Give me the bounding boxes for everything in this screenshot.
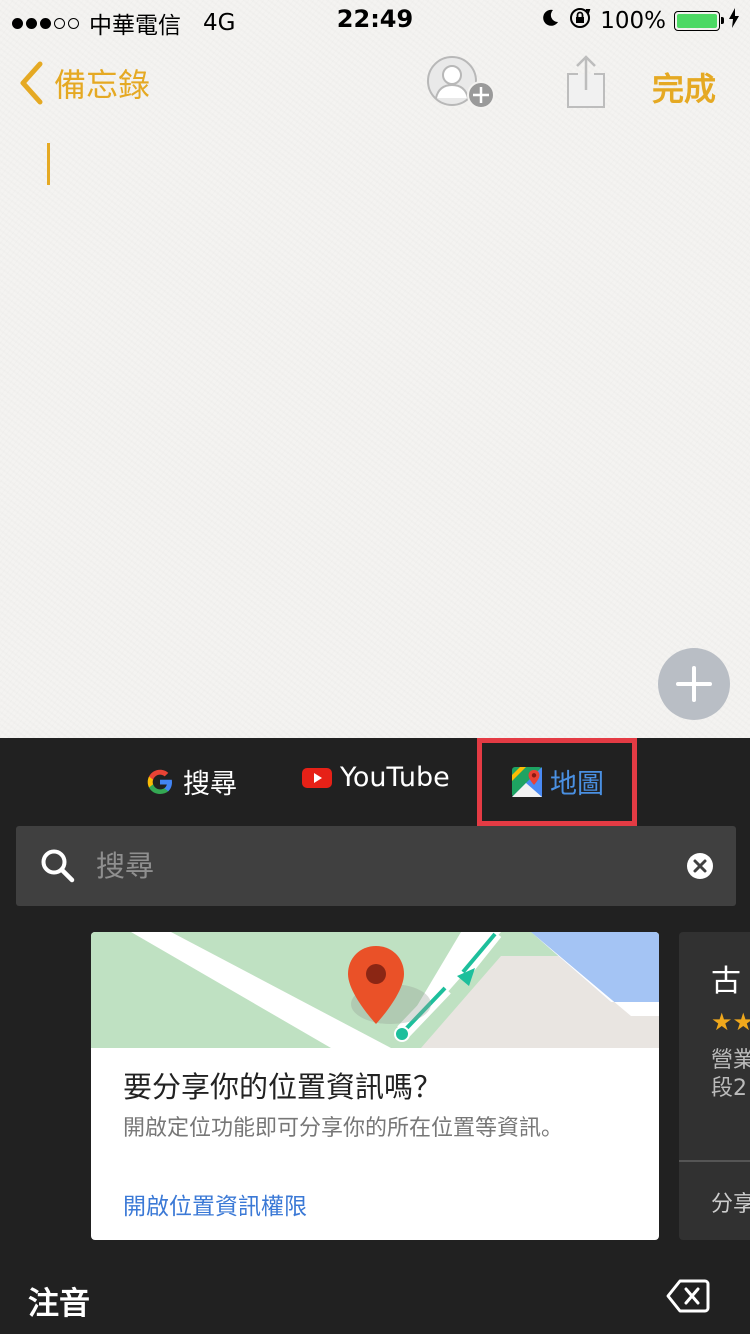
- back-label: 備忘錄: [54, 66, 151, 104]
- google-icon: [145, 767, 175, 797]
- notes-nav-bar: 備忘錄 完成: [0, 50, 750, 120]
- add-person-button[interactable]: [425, 54, 499, 112]
- card-divider: [679, 1160, 750, 1162]
- text-cursor[interactable]: [47, 143, 50, 185]
- rotation-lock-icon: [568, 6, 592, 36]
- share-icon: [567, 55, 605, 108]
- map-illustration: [91, 932, 659, 1048]
- card-title: 要分享你的位置資訊嗎？: [123, 1070, 443, 1104]
- location-permission-card[interactable]: 要分享你的位置資訊嗎？ 開啟定位功能即可分享你的所在位置等資訊。 開啟位置資訊權…: [91, 932, 659, 1240]
- chevron-left-icon: [20, 61, 43, 105]
- keyboard-extension-panel: 搜尋 YouTube 地圖 搜尋 要分享你的位置資訊嗎？ 開啟定位功能即可分享你…: [0, 738, 750, 1334]
- plus-icon: [676, 666, 712, 702]
- input-method-button[interactable]: 注音: [28, 1278, 90, 1323]
- battery-icon: [674, 11, 724, 31]
- add-person-icon: [427, 56, 495, 109]
- search-bar: [16, 826, 736, 906]
- done-button[interactable]: 完成: [652, 64, 716, 110]
- rating-stars: ★★: [711, 1008, 750, 1036]
- clear-icon: [687, 853, 713, 879]
- clear-search-button[interactable]: [686, 852, 714, 880]
- back-button[interactable]: 備忘錄: [18, 60, 150, 106]
- tab-youtube[interactable]: YouTube: [302, 762, 450, 793]
- keyboard-bottom-bar: 注音: [0, 1268, 750, 1334]
- search-input[interactable]: [96, 840, 676, 892]
- search-icon: [38, 846, 78, 890]
- place-share-button[interactable]: 分享: [711, 1186, 750, 1218]
- tab-youtube-label: YouTube: [340, 762, 450, 793]
- moon-icon: [540, 8, 560, 34]
- status-right: 100%: [540, 6, 740, 36]
- share-button[interactable]: [563, 54, 609, 110]
- add-attachment-button[interactable]: [658, 648, 730, 720]
- notes-screen: 中華電信 4G 22:49 100% 備忘錄 完成: [0, 0, 750, 738]
- tab-google-search[interactable]: 搜尋: [145, 762, 237, 801]
- panel-tabs: 搜尋 YouTube 地圖: [0, 738, 750, 826]
- delete-button[interactable]: [666, 1278, 710, 1314]
- youtube-icon: [302, 767, 332, 789]
- place-title: 古: [711, 964, 741, 999]
- selected-tab-highlight: [477, 738, 637, 826]
- place-result-card[interactable]: 古 ★★ 營業 段2 分享: [679, 932, 750, 1240]
- tab-google-label: 搜尋: [183, 769, 237, 800]
- place-address: 段2: [711, 1076, 747, 1101]
- enable-location-link[interactable]: 開啟位置資訊權限: [123, 1187, 307, 1221]
- card-subtitle: 開啟定位功能即可分享你的所在位置等資訊。: [123, 1116, 564, 1141]
- backspace-icon: [666, 1279, 710, 1313]
- charging-bolt-icon: [728, 8, 740, 34]
- status-bar: 中華電信 4G 22:49 100%: [0, 0, 750, 40]
- battery-percent: 100%: [600, 8, 666, 34]
